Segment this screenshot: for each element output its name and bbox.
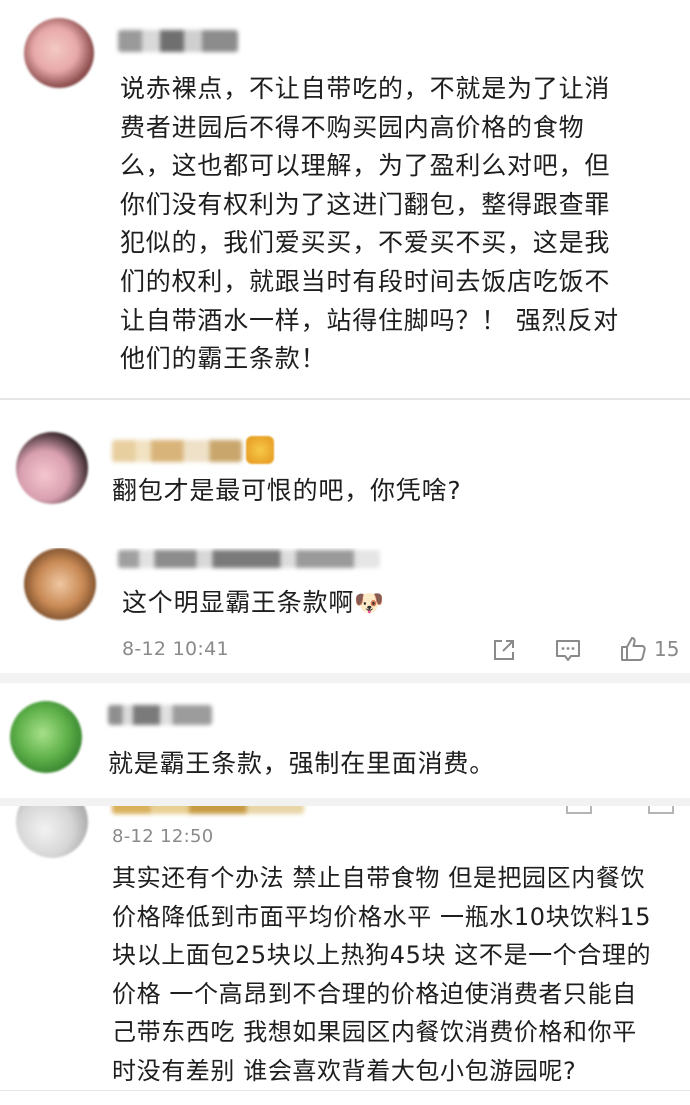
avatar[interactable] [16, 806, 88, 858]
comment-icon [554, 636, 582, 664]
comment-text-content: 这个明显霸王条款啊 [122, 588, 355, 617]
share-icon[interactable] [566, 806, 592, 814]
comment-icon[interactable] [648, 806, 674, 814]
avatar[interactable] [24, 18, 94, 88]
comment-text: 翻包才是最可恨的吧，你凭啥? [112, 476, 462, 505]
share-button[interactable] [490, 636, 518, 664]
timestamp: 8-12 10:41 [122, 638, 229, 660]
comment-text: 其实还有个办法 禁止自带食物 但是把园区内餐饮 价格降低到市面平均价格水平 一瓶… [112, 864, 652, 1085]
like-button[interactable]: 15 [618, 634, 679, 664]
comment-text: 就是霸王条款，强制在里面消费。 [108, 749, 496, 778]
username-blurred[interactable] [118, 550, 380, 568]
username-blurred[interactable] [112, 440, 242, 462]
comment-card-4: 就是霸王条款，强制在里面消费。 [0, 683, 690, 798]
comment-card-3: 这个明显霸王条款啊🐶 8-12 10:41 15 [0, 548, 690, 673]
username-blurred[interactable] [108, 705, 212, 725]
avatar[interactable] [16, 432, 88, 504]
dog-emoji: 🐶 [354, 589, 385, 617]
comment-text: 说赤裸点，不让自带吃的，不就是为了让消 费者进园后不得不购买园内高价格的食物 么… [120, 74, 619, 374]
comment-card-1: 说赤裸点，不让自带吃的，不就是为了让消 费者进园后不得不购买园内高价格的食物 么… [0, 0, 690, 400]
divider [0, 1090, 690, 1091]
avatar[interactable] [24, 548, 96, 620]
comment-card-5: 8-12 12:50 其实还有个办法 禁止自带食物 但是把园区内餐饮 价格降低到… [0, 806, 690, 1105]
comment-card-2: 翻包才是最可恨的吧，你凭啥? [0, 410, 690, 540]
comment-text: 这个明显霸王条款啊🐶 [122, 584, 642, 623]
thumbs-up-icon [618, 634, 648, 664]
username-blurred[interactable] [118, 30, 238, 52]
emoji-icon [246, 436, 274, 464]
timestamp: 8-12 12:50 [112, 826, 214, 847]
divider [0, 398, 690, 400]
divider [0, 798, 690, 806]
username-blurred[interactable] [112, 806, 304, 814]
comment-button[interactable] [554, 636, 582, 664]
divider [0, 673, 690, 683]
like-count: 15 [654, 637, 680, 661]
share-icon [490, 636, 518, 664]
avatar[interactable] [10, 701, 82, 773]
